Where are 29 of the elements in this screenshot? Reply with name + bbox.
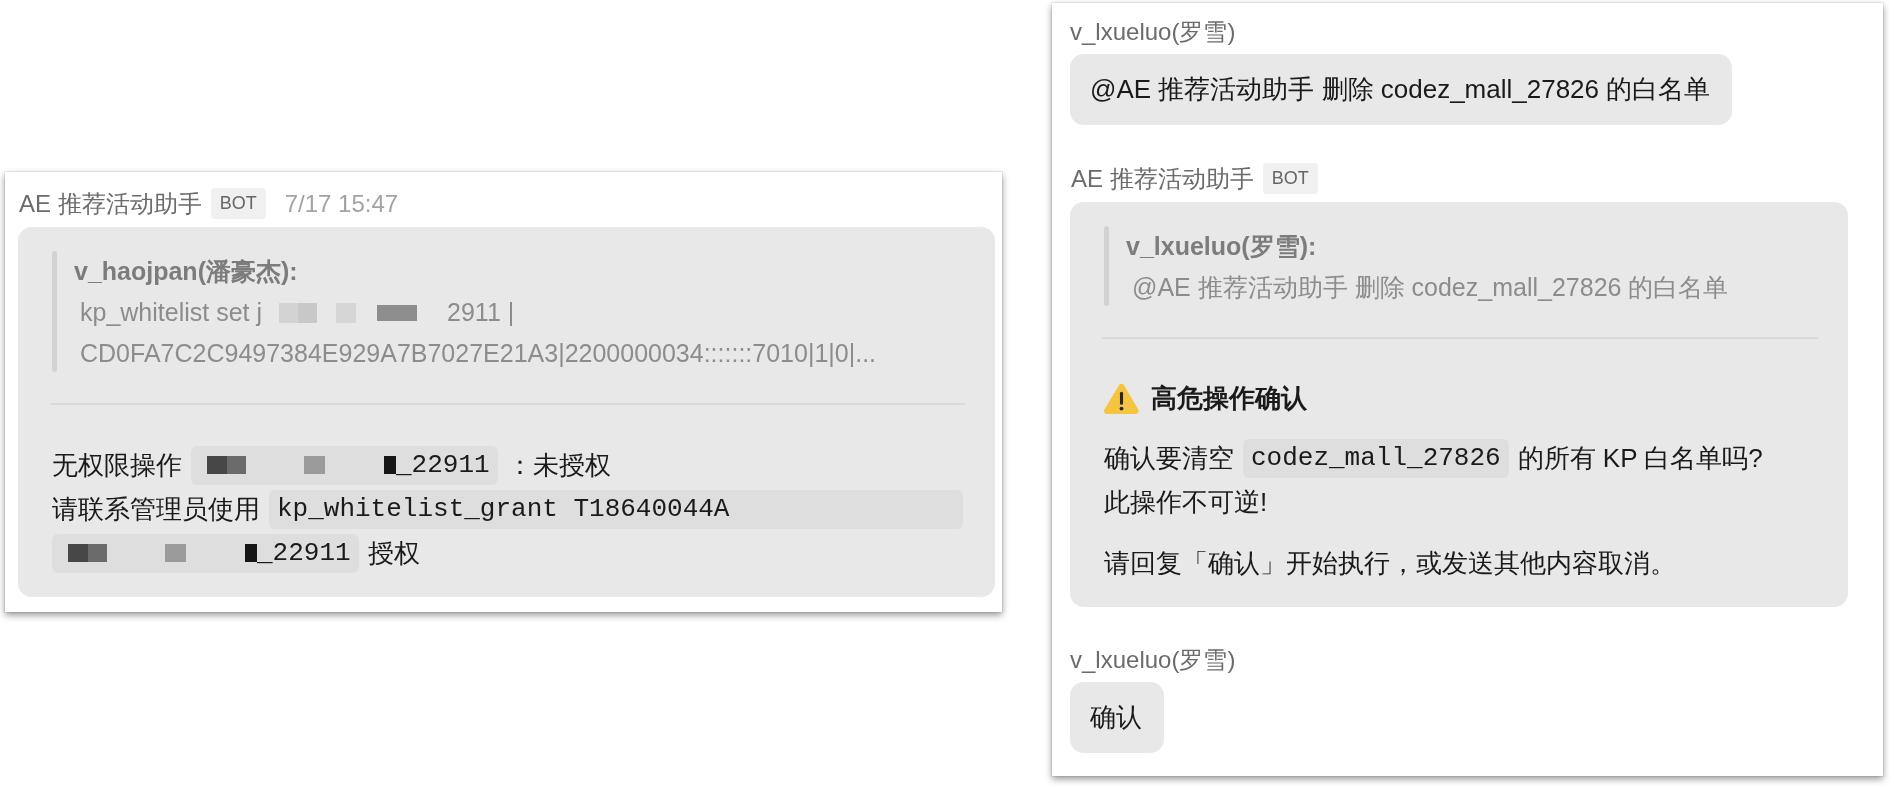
- bot-tag: BOT: [1262, 163, 1318, 194]
- message-bubble: @AE 推荐活动助手 删除 codez_mall_27826 的白名单: [1070, 54, 1733, 125]
- quoted-text: CD0FA7C2C9497384E929A7B7027E21A3|2200000034:::::::7010|1|0|...: [80, 339, 877, 368]
- inline-code: kp_whitelist_grant T18640044A: [269, 489, 963, 529]
- message-text: ：未授权: [506, 448, 611, 482]
- message-text: 确认要清空: [1104, 441, 1234, 475]
- message-bubble: 确认: [1070, 682, 1164, 753]
- warning-icon: [1104, 382, 1139, 414]
- sender-name: v_lxueluo(罗雪): [1070, 17, 1236, 47]
- message-text: 此操作不可逆!: [1104, 485, 1268, 519]
- quoted-text: @AE 推荐活动助手 删除 codez_mall_27826 的白名单: [1132, 272, 1729, 303]
- quote-author: v_lxueluo(罗雪):: [1126, 231, 1318, 262]
- code-text: _22911: [396, 450, 490, 480]
- message-text: 请回复「确认」开始执行，或发送其他内容取消。: [1104, 546, 1676, 580]
- sender-name: AE 推荐活动助手: [19, 188, 202, 219]
- sender-name: AE 推荐活动助手: [1071, 163, 1254, 194]
- bot-tag: BOT: [210, 188, 266, 219]
- message-text: 授权: [367, 536, 420, 570]
- sender-name: v_lxueluo(罗雪): [1070, 645, 1236, 675]
- message-text: 无权限操作: [52, 448, 182, 482]
- message-text: 请联系管理员使用: [52, 492, 260, 526]
- message-text: 的所有 KP 白名单吗?: [1517, 441, 1763, 475]
- inline-code: codez_mall_27826: [1243, 438, 1509, 478]
- quoted-text: kp_whitelist set j: [80, 298, 263, 327]
- quoted-text: 2911 |: [447, 298, 515, 327]
- message-time: 7/17 15:47: [284, 188, 399, 219]
- quote-author: v_haojpan(潘豪杰):: [74, 256, 299, 287]
- code-text: _22911: [257, 538, 351, 568]
- alert-heading: 高危操作确认: [1151, 381, 1307, 415]
